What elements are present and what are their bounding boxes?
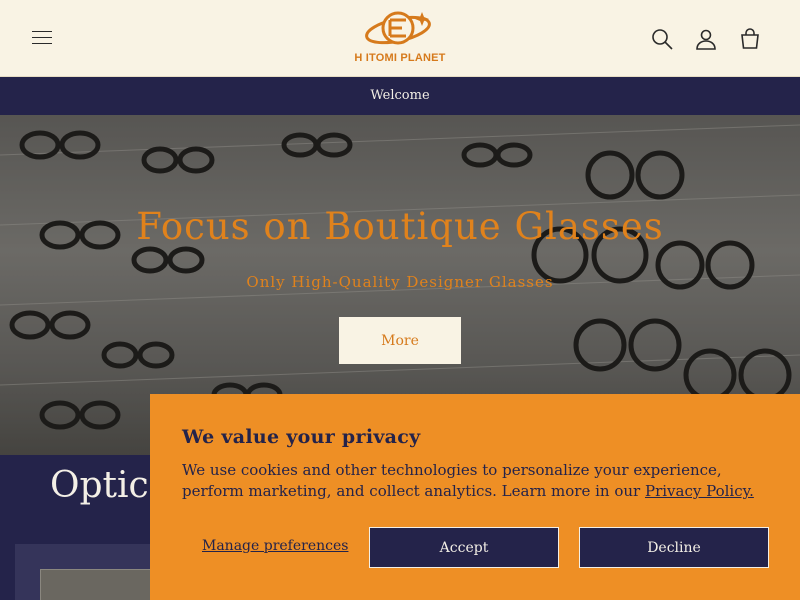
manage-preferences-link[interactable]: Manage preferences (202, 538, 348, 554)
hero-title: Focus on Boutique Glasses (136, 205, 664, 248)
user-icon[interactable] (691, 24, 721, 54)
cookie-body: We use cookies and other technologies to… (182, 460, 782, 502)
search-icon[interactable] (647, 24, 677, 54)
logo-text: H ITOMI PLANET (354, 52, 446, 64)
cookie-consent-banner: We value your privacy We use cookies and… (150, 394, 800, 600)
cookie-body-text: We use cookies and other technologies to… (182, 461, 722, 500)
hamburger-menu-icon[interactable] (28, 26, 56, 52)
planet-logo-icon (365, 11, 431, 45)
announcement-bar: Welcome (0, 78, 800, 115)
cookie-title: We value your privacy (182, 426, 421, 448)
more-button[interactable]: More (339, 317, 461, 364)
privacy-policy-link[interactable]: Privacy Policy. (645, 482, 754, 500)
cart-icon[interactable] (735, 24, 765, 54)
hero-subtitle: Only High-Quality Designer Glasses (246, 273, 554, 291)
site-logo[interactable]: H ITOMI PLANET (350, 6, 450, 72)
accept-button[interactable]: Accept (369, 527, 559, 568)
site-header: H ITOMI PLANET (0, 0, 800, 77)
decline-button[interactable]: Decline (579, 527, 769, 568)
